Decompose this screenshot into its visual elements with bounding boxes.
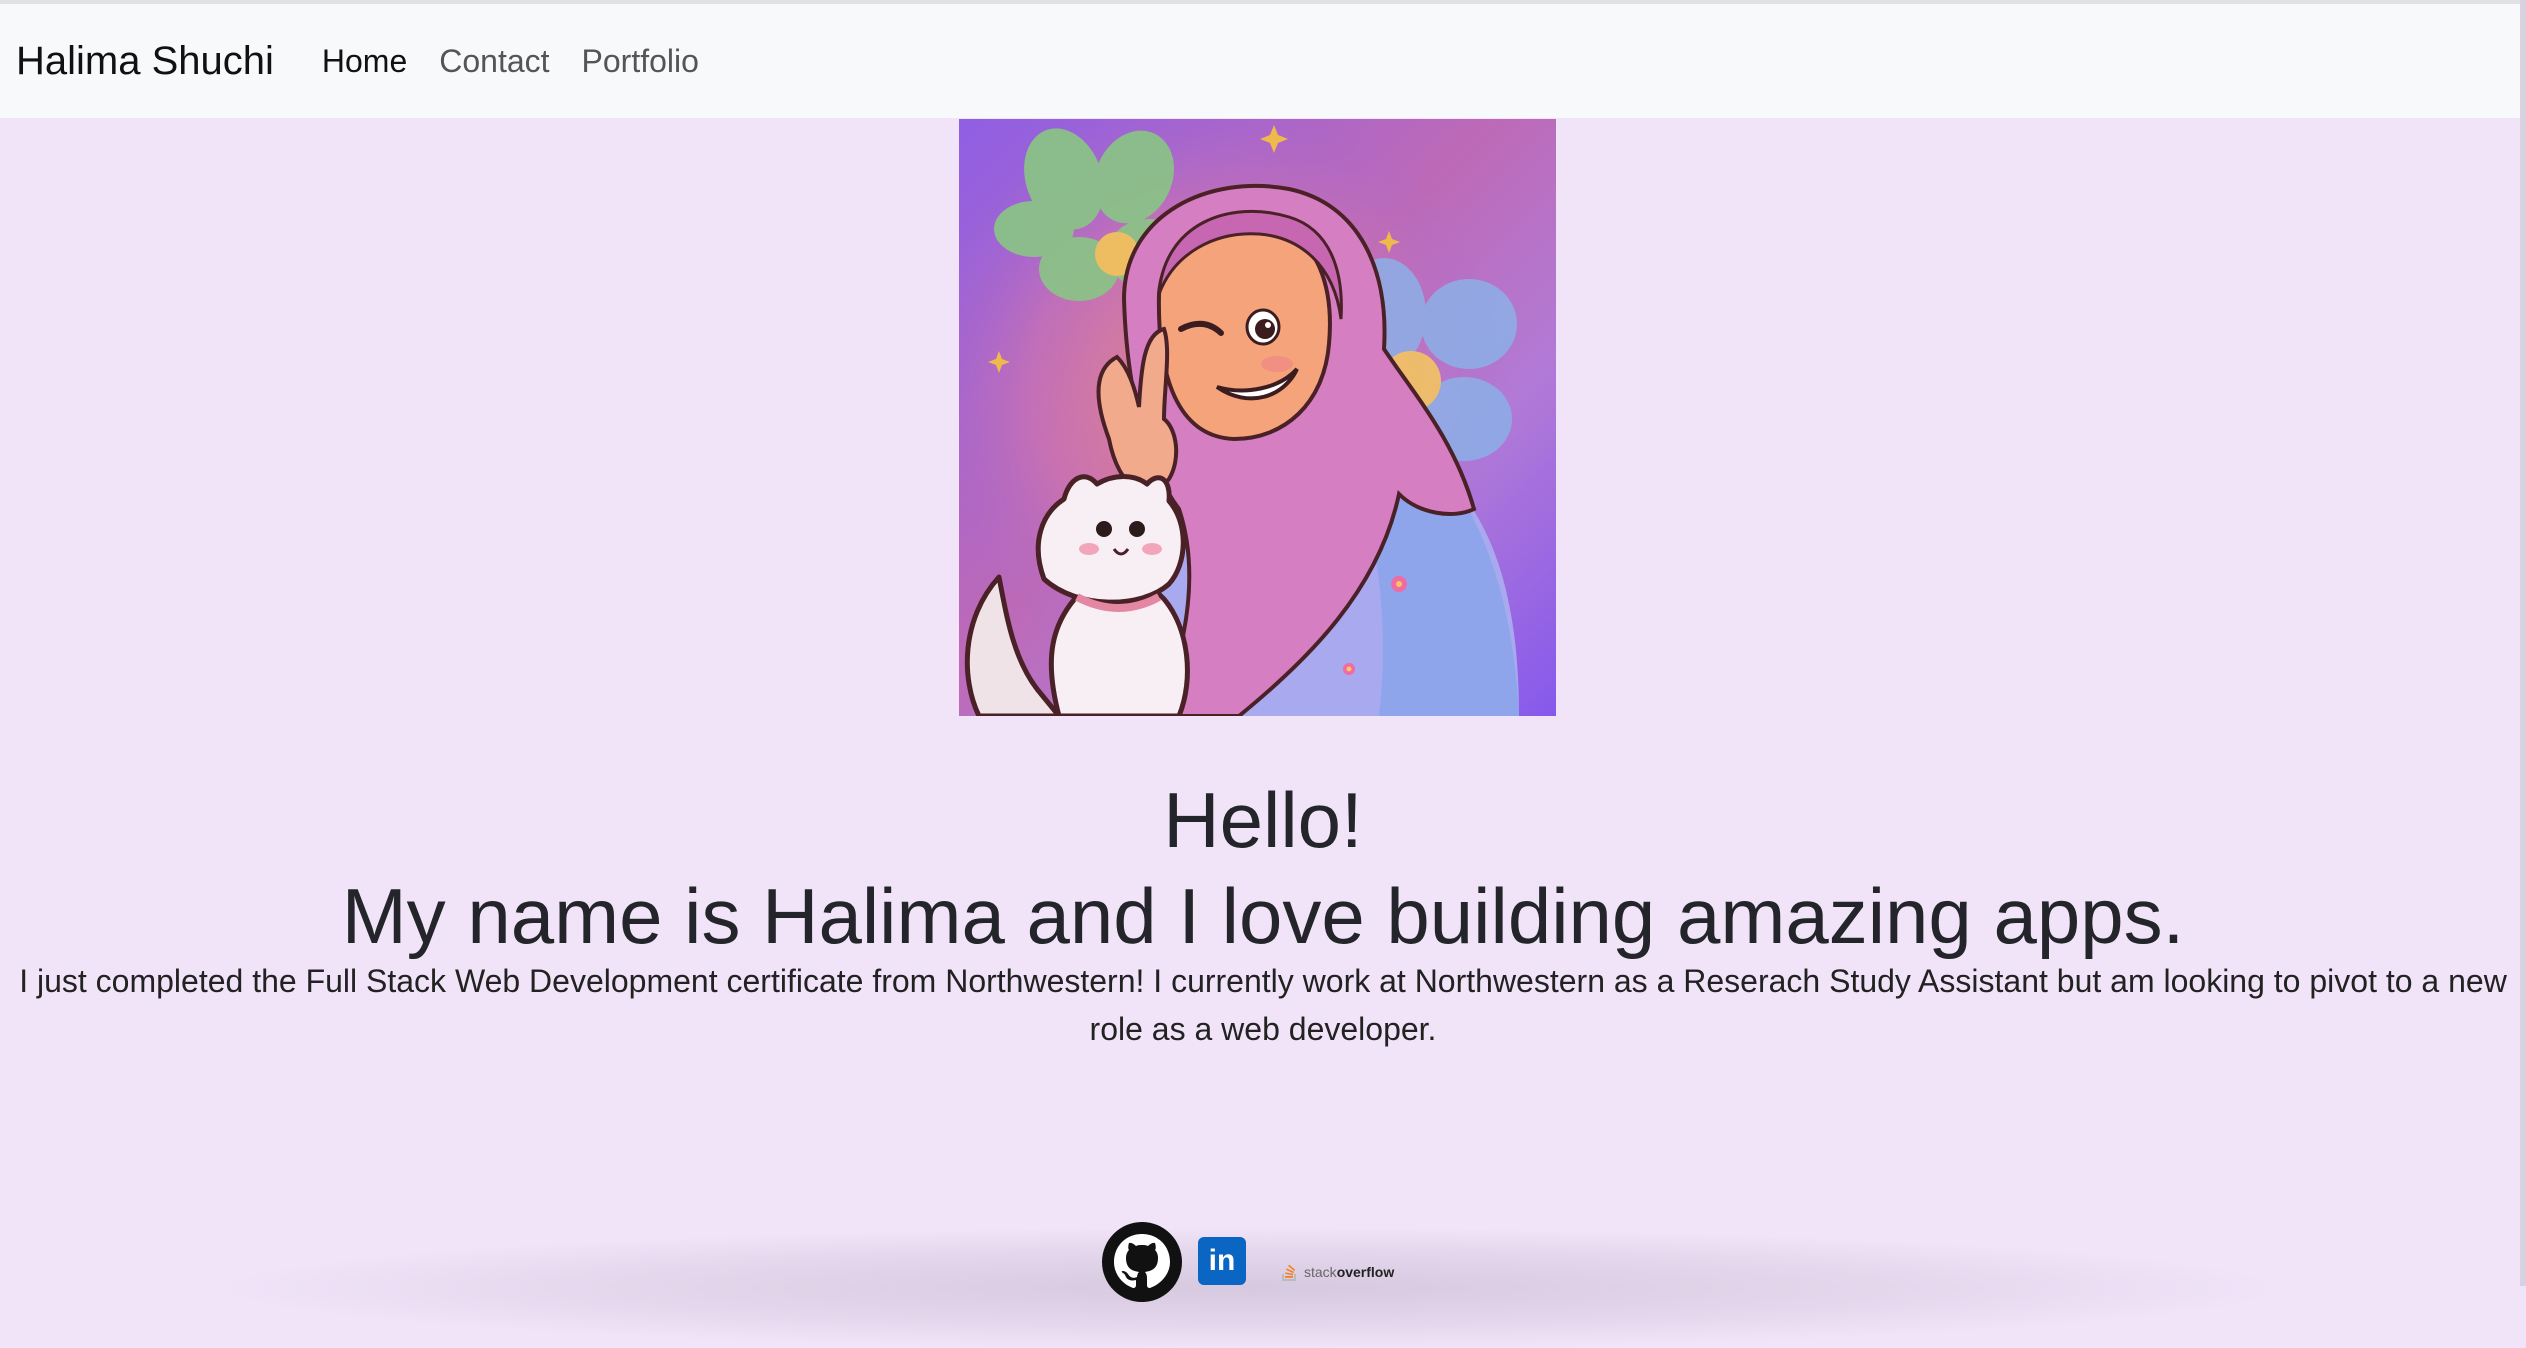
avatar-illustration [959,119,1556,716]
stackoverflow-wordmark-light: stack [1304,1264,1337,1280]
nav-link-contact[interactable]: Contact [439,43,549,80]
nav-link-portfolio[interactable]: Portfolio [582,43,699,80]
hello-heading: Hello! [1163,776,1363,865]
linkedin-icon[interactable]: in [1198,1237,1246,1285]
brand-name[interactable]: Halima Shuchi [16,39,274,84]
window-right-edge [2520,0,2526,1286]
tagline-heading: My name is Halima and I love building am… [341,872,2185,961]
stackoverflow-icon[interactable]: stackoverflow [1280,1258,1410,1286]
github-icon[interactable] [1102,1222,1182,1302]
bio-paragraph: I just completed the Full Stack Web Deve… [19,963,2507,1047]
avatar-art [959,119,1556,716]
nav-link-home[interactable]: Home [322,43,407,80]
stackoverflow-logo [1282,1264,1296,1281]
top-navbar: Halima Shuchi Home Contact Portfolio [0,0,2526,118]
stackoverflow-wordmark-bold: overflow [1336,1264,1395,1280]
stackoverflow-wordmark: stackoverflow [1304,1264,1394,1280]
social-links: in stackoverflow [1102,1222,1422,1302]
nav-links: Home Contact Portfolio [322,43,699,80]
